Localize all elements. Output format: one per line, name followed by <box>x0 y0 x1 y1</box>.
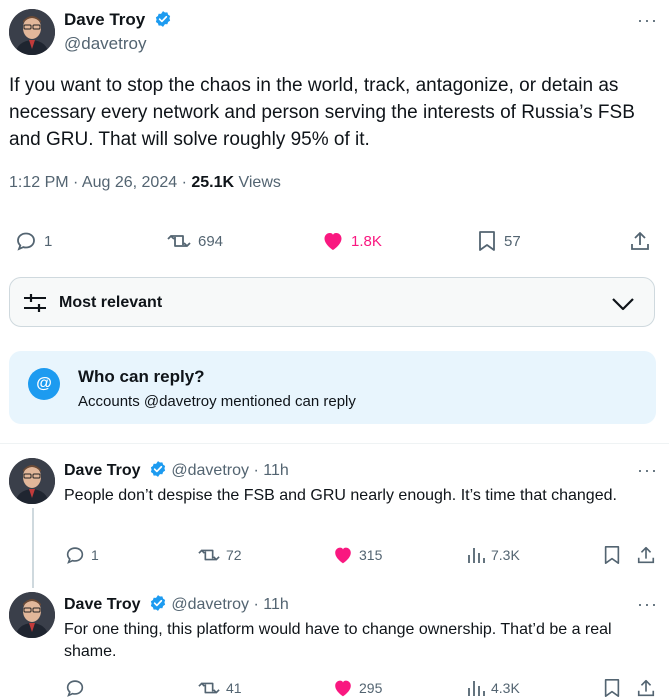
views-chart-icon <box>468 681 485 696</box>
heart-filled-icon <box>335 547 351 564</box>
repost-count: 41 <box>226 680 242 696</box>
reply-icon <box>66 680 84 697</box>
author-avatar[interactable] <box>9 9 55 55</box>
verified-badge-icon <box>154 10 172 33</box>
views-count: 7.3K <box>491 547 520 563</box>
bookmark-icon <box>604 679 620 698</box>
more-options-icon[interactable]: ··· <box>637 10 658 31</box>
reply-like-button[interactable]: 295 <box>332 677 382 699</box>
who-can-reply-subtitle: Accounts @davetroy mentioned can reply <box>78 393 356 410</box>
reply-repost-button[interactable]: 72 <box>197 544 242 566</box>
who-can-reply-title: Who can reply? <box>78 367 205 386</box>
verified-badge-icon <box>149 594 167 617</box>
repost-button[interactable]: 694 <box>166 229 223 253</box>
bookmark-icon <box>479 231 495 251</box>
reply-avatar[interactable] <box>9 458 55 504</box>
reply-views-button[interactable]: 4.3K <box>466 677 520 699</box>
reply-bookmark-button[interactable] <box>602 677 627 699</box>
verified-badge-icon <box>149 460 167 483</box>
views-count: 4.3K <box>491 680 520 696</box>
heart-filled-icon <box>324 233 342 250</box>
bookmark-icon <box>604 546 620 565</box>
author-name[interactable]: Dave Troy <box>64 10 145 29</box>
reply-like-button[interactable]: 315 <box>332 544 382 566</box>
repost-icon <box>167 235 191 247</box>
share-icon <box>631 232 649 250</box>
thread-connector-line <box>32 508 34 588</box>
reply-share-button[interactable] <box>636 544 661 566</box>
more-options-icon[interactable]: ··· <box>637 460 658 481</box>
more-options-icon[interactable]: ··· <box>637 594 658 615</box>
sort-replies-dropdown[interactable]: Most relevant <box>9 277 655 327</box>
reply-author-name[interactable]: Dave Troy <box>64 462 140 479</box>
repost-count: 694 <box>198 232 224 250</box>
reply-repost-button[interactable]: 41 <box>197 677 242 699</box>
sliders-icon <box>22 291 48 320</box>
tweet-meta: 1:12 PM · Aug 26, 2024 · 25.1K Views <box>9 174 281 192</box>
views-count: 25.1K <box>191 174 235 191</box>
reply-avatar[interactable] <box>9 592 55 638</box>
mention-at-icon: @ <box>28 368 60 400</box>
like-count: 1.8K <box>351 232 382 250</box>
repost-count: 72 <box>226 547 242 563</box>
reply-icon <box>66 547 84 564</box>
share-icon <box>637 679 655 697</box>
reply-text: People don’t despise the FSB and GRU nea… <box>64 487 617 504</box>
like-count: 295 <box>359 680 383 696</box>
author-handle[interactable]: @davetroy <box>64 34 146 54</box>
reply-author-name[interactable]: Dave Troy <box>64 596 140 613</box>
reply-button[interactable]: 1 <box>14 229 52 253</box>
reply-bookmark-button[interactable] <box>602 544 627 566</box>
divider <box>0 443 669 444</box>
share-icon <box>637 546 655 564</box>
who-can-reply-box: @ Who can reply? Accounts @davetroy ment… <box>9 351 656 424</box>
views-label: Views <box>234 174 281 191</box>
tweet-timestamp[interactable]: 1:12 PM · Aug 26, 2024 · <box>9 174 191 191</box>
reply-header: Dave Troy @davetroy · 11h <box>64 594 289 617</box>
reply-reply-button[interactable] <box>64 677 91 699</box>
reply-count: 1 <box>44 232 53 250</box>
reply-time[interactable]: · 11h <box>253 462 288 479</box>
heart-filled-icon <box>335 680 351 697</box>
repost-icon <box>198 682 220 694</box>
reply-icon <box>17 232 35 251</box>
reply-time[interactable]: · 11h <box>253 596 288 613</box>
views-chart-icon <box>468 548 485 563</box>
chevron-down-icon <box>610 292 636 321</box>
reply-author-handle[interactable]: @davetroy <box>171 462 249 479</box>
like-button[interactable]: 1.8K <box>321 229 382 253</box>
author-name-row: Dave Troy <box>64 10 172 33</box>
reply-views-button[interactable]: 7.3K <box>466 544 520 566</box>
reply-share-button[interactable] <box>636 677 661 699</box>
reply-reply-button[interactable]: 1 <box>64 544 99 566</box>
reply-author-handle[interactable]: @davetroy <box>171 596 249 613</box>
bookmark-count: 57 <box>504 232 521 250</box>
tweet-text: If you want to stop the chaos in the wor… <box>9 75 635 150</box>
reply-text: For one thing, this platform would have … <box>64 621 612 660</box>
repost-icon <box>198 549 220 561</box>
reply-header: Dave Troy @davetroy · 11h <box>64 460 289 483</box>
bookmark-button[interactable]: 57 <box>476 229 521 253</box>
like-count: 315 <box>359 547 383 563</box>
sort-label: Most relevant <box>59 294 163 311</box>
reply-count: 1 <box>91 547 99 563</box>
share-button[interactable] <box>629 229 657 253</box>
